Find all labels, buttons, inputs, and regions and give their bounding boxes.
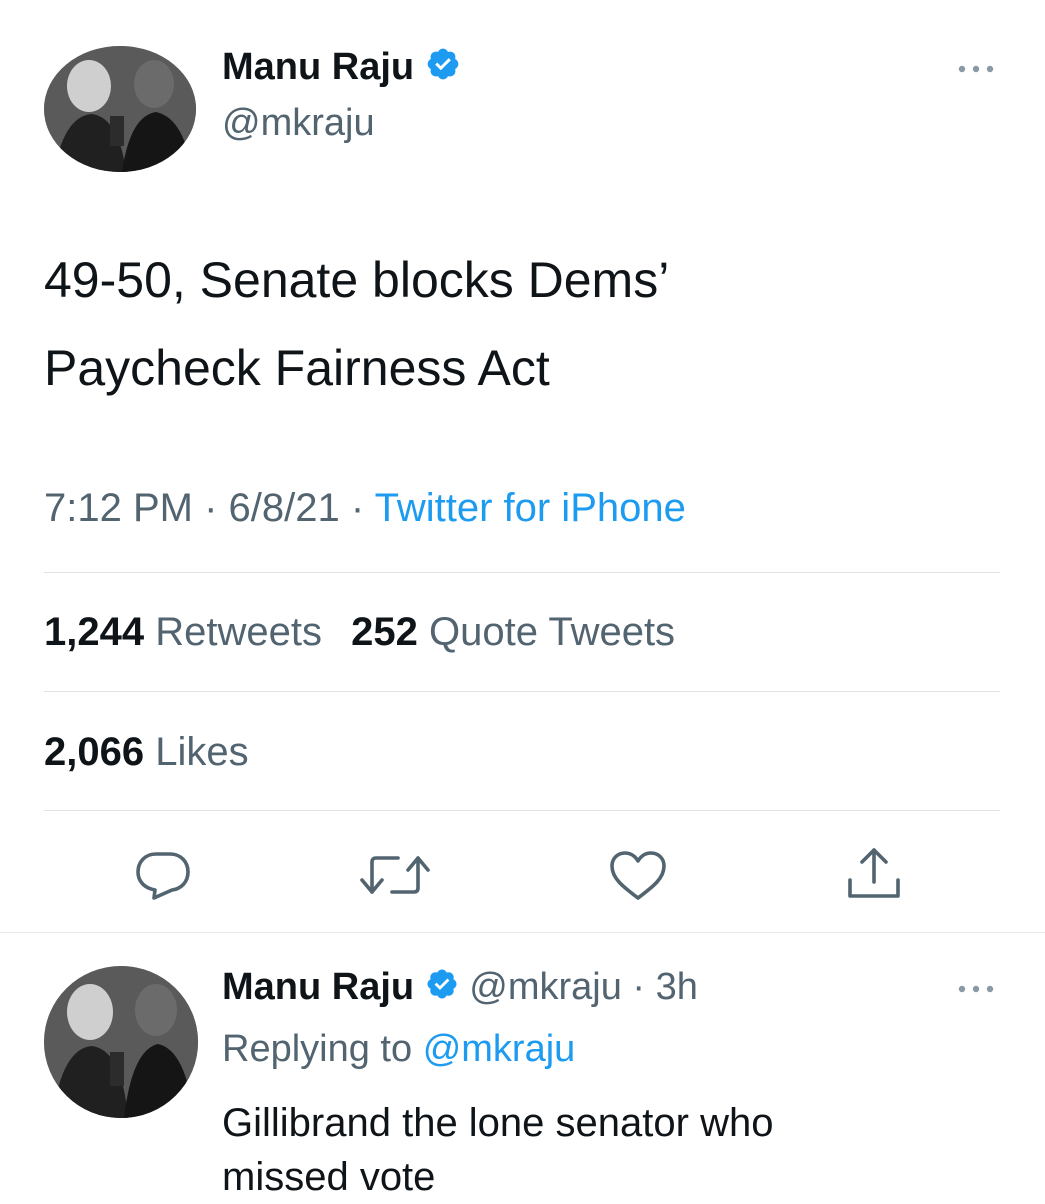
reply-avatar[interactable]	[44, 966, 198, 1118]
divider	[44, 691, 1000, 692]
tweet-text-line: Paycheck Fairness Act	[44, 340, 550, 396]
more-options-button[interactable]	[952, 54, 1000, 84]
reply-text-line: missed vote	[222, 1155, 436, 1199]
reply-author-name[interactable]: Manu Raju	[222, 966, 414, 1008]
tweet-time[interactable]: 7:12 PM	[44, 486, 193, 530]
author-name-text: Manu Raju	[222, 46, 415, 89]
replying-to-handle[interactable]: @mkraju	[423, 1028, 576, 1070]
section-divider	[0, 932, 1045, 933]
verified-badge-icon	[425, 967, 459, 1011]
tweet-text: 49-50, Senate blocks Dems’ Paycheck Fair…	[44, 236, 669, 412]
tweet-date[interactable]: 6/8/21	[229, 486, 340, 530]
quote-tweets-stat[interactable]: 252 Quote Tweets	[351, 610, 675, 654]
replying-to-label: Replying to	[222, 1028, 413, 1070]
tweet-source-link[interactable]: Twitter for iPhone	[375, 486, 686, 530]
share-button[interactable]	[844, 844, 904, 902]
reply-button[interactable]	[134, 848, 192, 902]
more-dots-icon	[958, 985, 994, 993]
reply-header: Manu Raju @mkraju · 3h	[222, 966, 698, 1011]
reply-author-handle[interactable]: @mkraju	[469, 966, 622, 1008]
meta-separator: ·	[204, 486, 218, 530]
meta-separator: ·	[350, 486, 365, 530]
reply-icon	[136, 852, 190, 900]
likes-count: 2,066	[44, 730, 145, 774]
reply-text-line: Gillibrand the lone senator who	[222, 1101, 774, 1145]
avatar-photo	[44, 966, 198, 1118]
likes-stat[interactable]: 2,066 Likes	[44, 730, 249, 775]
retweet-stats-row: 1,244 Retweets 252 Quote Tweets	[44, 610, 675, 655]
avatar-photo	[44, 46, 196, 172]
tweet-meta: 7:12 PM · 6/8/21 · Twitter for iPhone	[44, 486, 686, 531]
like-icon	[610, 851, 666, 900]
avatar[interactable]	[44, 46, 196, 172]
share-icon	[848, 848, 900, 898]
quote-tweets-label: Quote Tweets	[428, 610, 676, 654]
retweet-button[interactable]	[358, 850, 432, 900]
retweet-icon	[360, 856, 430, 894]
replying-to: Replying to @mkraju	[222, 1028, 575, 1071]
reply-text: Gillibrand the lone senator who missed v…	[222, 1096, 773, 1204]
divider	[44, 572, 1000, 573]
retweets-label: Retweets	[155, 610, 322, 654]
retweets-stat[interactable]: 1,244 Retweets	[44, 610, 333, 654]
reply-age[interactable]: 3h	[656, 966, 698, 1008]
tweet-text-line: 49-50, Senate blocks Dems’	[44, 252, 670, 308]
likes-label: Likes	[155, 730, 249, 774]
more-dots-icon	[958, 65, 994, 73]
quote-tweets-count: 252	[351, 610, 418, 654]
verified-badge-icon	[425, 46, 461, 92]
retweets-count: 1,244	[44, 610, 145, 654]
author-name[interactable]: Manu Raju	[222, 46, 461, 92]
like-button[interactable]	[608, 850, 668, 902]
author-handle[interactable]: @mkraju	[222, 102, 375, 145]
divider	[44, 810, 1000, 811]
meta-separator: ·	[632, 966, 646, 1008]
reply-more-options-button[interactable]	[952, 974, 1000, 1004]
